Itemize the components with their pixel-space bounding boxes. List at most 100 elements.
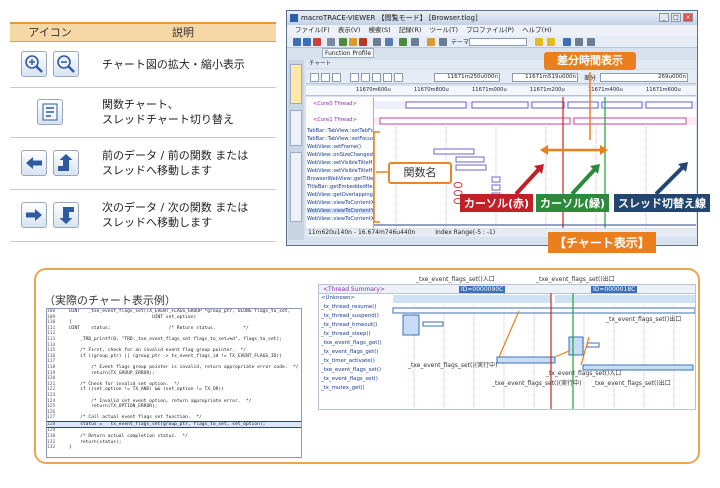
next-data-icon (21, 202, 48, 228)
toolbar-record-icon[interactable] (399, 38, 407, 46)
callout-cursor-green: カーソル(緑) (536, 194, 610, 212)
toolbar-back-icon[interactable] (293, 38, 301, 46)
next-function-icon (52, 202, 79, 228)
vtab-event-count[interactable] (290, 64, 302, 104)
chart-prev-data-icon[interactable] (350, 73, 359, 82)
toolbar-forward-icon[interactable] (303, 38, 311, 46)
thread-id-1: ID=0000090C (459, 286, 506, 293)
menu-view[interactable]: 表示(V) (338, 26, 361, 34)
function-row[interactable]: WebView::viewToContentX (307, 200, 373, 206)
legend-icon-cell (10, 137, 90, 190)
callout-thread-switch: スレッド切替え線 (614, 194, 710, 212)
toolbar-stop-icon[interactable] (313, 38, 321, 46)
title-bar: macroTRACE-VIEWER 【閲覧モード】 [Browser.tlog]… (287, 11, 697, 25)
chart-switch-icon[interactable] (332, 73, 341, 82)
code-line: 113 _TRD_printf(0, "TRD:_txe_event_flags… (47, 336, 282, 342)
chart-next-function-icon[interactable] (383, 73, 392, 82)
toolbar-nav-icon[interactable] (575, 38, 583, 46)
annotation-tx-set-exit: _tx_event_flags_set()出口 (606, 316, 682, 323)
annotation-set-exit-low: _txe_event_flags_set()出口 (592, 380, 671, 387)
toolbar-settings-icon[interactable] (411, 38, 419, 46)
ruler-tick: 11671m600u (646, 87, 681, 93)
vtab-profile-summary[interactable] (290, 152, 302, 222)
chart-fit-icon[interactable] (394, 73, 403, 82)
annotation-set-exit: _txe_event_flags_set()出口 (536, 276, 615, 283)
minimize-button[interactable]: _ (659, 13, 669, 22)
cursor-green-time[interactable]: 11671m519u000n (512, 73, 578, 82)
chart-panel-title: チャート (309, 61, 331, 67)
chart-panel-header: チャート (306, 60, 696, 68)
toolbar-save-icon[interactable] (385, 38, 393, 46)
summary-row[interactable]: _tx_timer_activate() (319, 358, 389, 365)
chart-switch-icon (37, 99, 63, 125)
function-row[interactable]: WebView::viewToContentX (307, 216, 373, 222)
summary-row[interactable]: _tx_thread_timeout() (319, 322, 389, 329)
annotation-tx-set-entry: _tx_event_flags_set()入口 (546, 370, 622, 377)
toolbar-delete-icon[interactable] (359, 38, 367, 46)
legend-header-desc: 説明 (90, 22, 276, 42)
chart-zoom-out-icon[interactable] (321, 73, 330, 82)
toolbar-cut-icon[interactable] (327, 38, 335, 46)
function-row[interactable]: WebView::onSizeChanged0 (307, 152, 373, 158)
toolbar-search-icon[interactable] (373, 38, 381, 46)
toolbar-filter-icon[interactable] (439, 38, 447, 46)
function-row[interactable]: WebView::setFrame() (307, 144, 373, 150)
thread-summary-chart[interactable]: <Thread Summary> ID=0000090C ID=0000018C… (318, 284, 696, 410)
maximize-button[interactable]: □ (671, 13, 681, 22)
close-button[interactable]: × (683, 13, 693, 22)
toolbar-pause-icon[interactable] (547, 38, 555, 46)
summary-row[interactable]: _tx_thread_resume() (319, 304, 389, 311)
toolbar-edit-icon[interactable] (427, 38, 435, 46)
annotation-set-running: _txe_event_flags_set()(実行中) (408, 362, 498, 369)
chart-prev-function-icon[interactable] (361, 73, 370, 82)
vtab-function-time[interactable] (290, 110, 302, 146)
thread-row-core0[interactable]: <Core0 Thread> (307, 100, 373, 109)
function-row[interactable]: TabBar::TabView::setFocus (307, 136, 373, 142)
tab-function-profile[interactable]: Function Profile (322, 48, 374, 58)
menu-tools[interactable]: ツール(T) (429, 26, 458, 34)
toolbar-play-icon[interactable] (535, 38, 543, 46)
menu-file[interactable]: ファイル(F) (295, 26, 330, 34)
ruler-tick: 11671m400u (588, 87, 623, 93)
summary-row[interactable]: _tx_mutex_get() (319, 385, 389, 392)
ruler-tick: 11670m600u (356, 87, 391, 93)
toolbar-paste-icon[interactable] (349, 38, 357, 46)
annotation-set-entry: _txe_event_flags_set()入口 (416, 276, 495, 283)
menu-help[interactable]: ヘルプ(H) (522, 26, 551, 34)
summary-row[interactable]: _tx_thread_suspend() (319, 313, 389, 320)
prev-function-icon (52, 150, 79, 176)
function-row[interactable]: WebView::getOverlappingA (307, 192, 373, 198)
code-line: 132} (47, 445, 72, 451)
summary-row[interactable]: _tx_event_flags_get() (319, 349, 389, 356)
menu-search[interactable]: 検索(S) (369, 26, 391, 34)
function-row[interactable]: BrowserWebView::getTitle (307, 176, 373, 182)
chart-next-data-icon[interactable] (372, 73, 381, 82)
cursor-red-time[interactable]: 11671m250u000n (434, 73, 500, 82)
summary-row[interactable]: _tx_event_flags_set() (319, 376, 389, 383)
theme-select[interactable] (469, 38, 527, 46)
function-row[interactable]: WebView::setVisibleTitleH (307, 168, 373, 174)
ruler-tick: 11671m200u (530, 87, 565, 93)
thread-row-core1[interactable]: <Core1 Thread> (307, 116, 373, 125)
menu-profile[interactable]: プロファイル(P) (466, 26, 514, 34)
legend-icon-cell (10, 41, 90, 88)
toolbar-copy-icon[interactable] (339, 38, 347, 46)
menu-record[interactable]: 記録(R) (399, 26, 422, 34)
prev-data-icon (21, 150, 48, 176)
toolbar-more-icon[interactable] (587, 38, 595, 46)
code-line-highlighted: 128 status = tx_event_flags_set(group_pt… (47, 420, 301, 429)
callout-func-name: 関数名 (388, 162, 452, 184)
function-row[interactable]: WebView::viewToContentY (307, 208, 373, 214)
summary-row[interactable]: <Unknown> (319, 295, 389, 302)
toolbar: テーマ (287, 36, 697, 48)
chart-controls: 11671m250u000n 11671m519u000n 差分 269u000… (306, 70, 696, 84)
function-row[interactable]: TabBar::TabView::setTabFo (307, 128, 373, 134)
summary-row[interactable]: _txe_event_flags_set() (319, 367, 389, 374)
function-row[interactable]: TitleBar::getEmbeddedHei (307, 184, 373, 190)
summary-row[interactable]: _tx_thread_sleep() (319, 331, 389, 338)
toolbar-add-icon[interactable] (563, 38, 571, 46)
status-index-range: Index Range(-5 : -1) (435, 229, 496, 236)
function-row[interactable]: WebView::setVisibleTitleH (307, 160, 373, 166)
summary-row[interactable]: _txe_event_flags_get() (319, 340, 389, 347)
chart-zoom-in-icon[interactable] (310, 73, 319, 82)
